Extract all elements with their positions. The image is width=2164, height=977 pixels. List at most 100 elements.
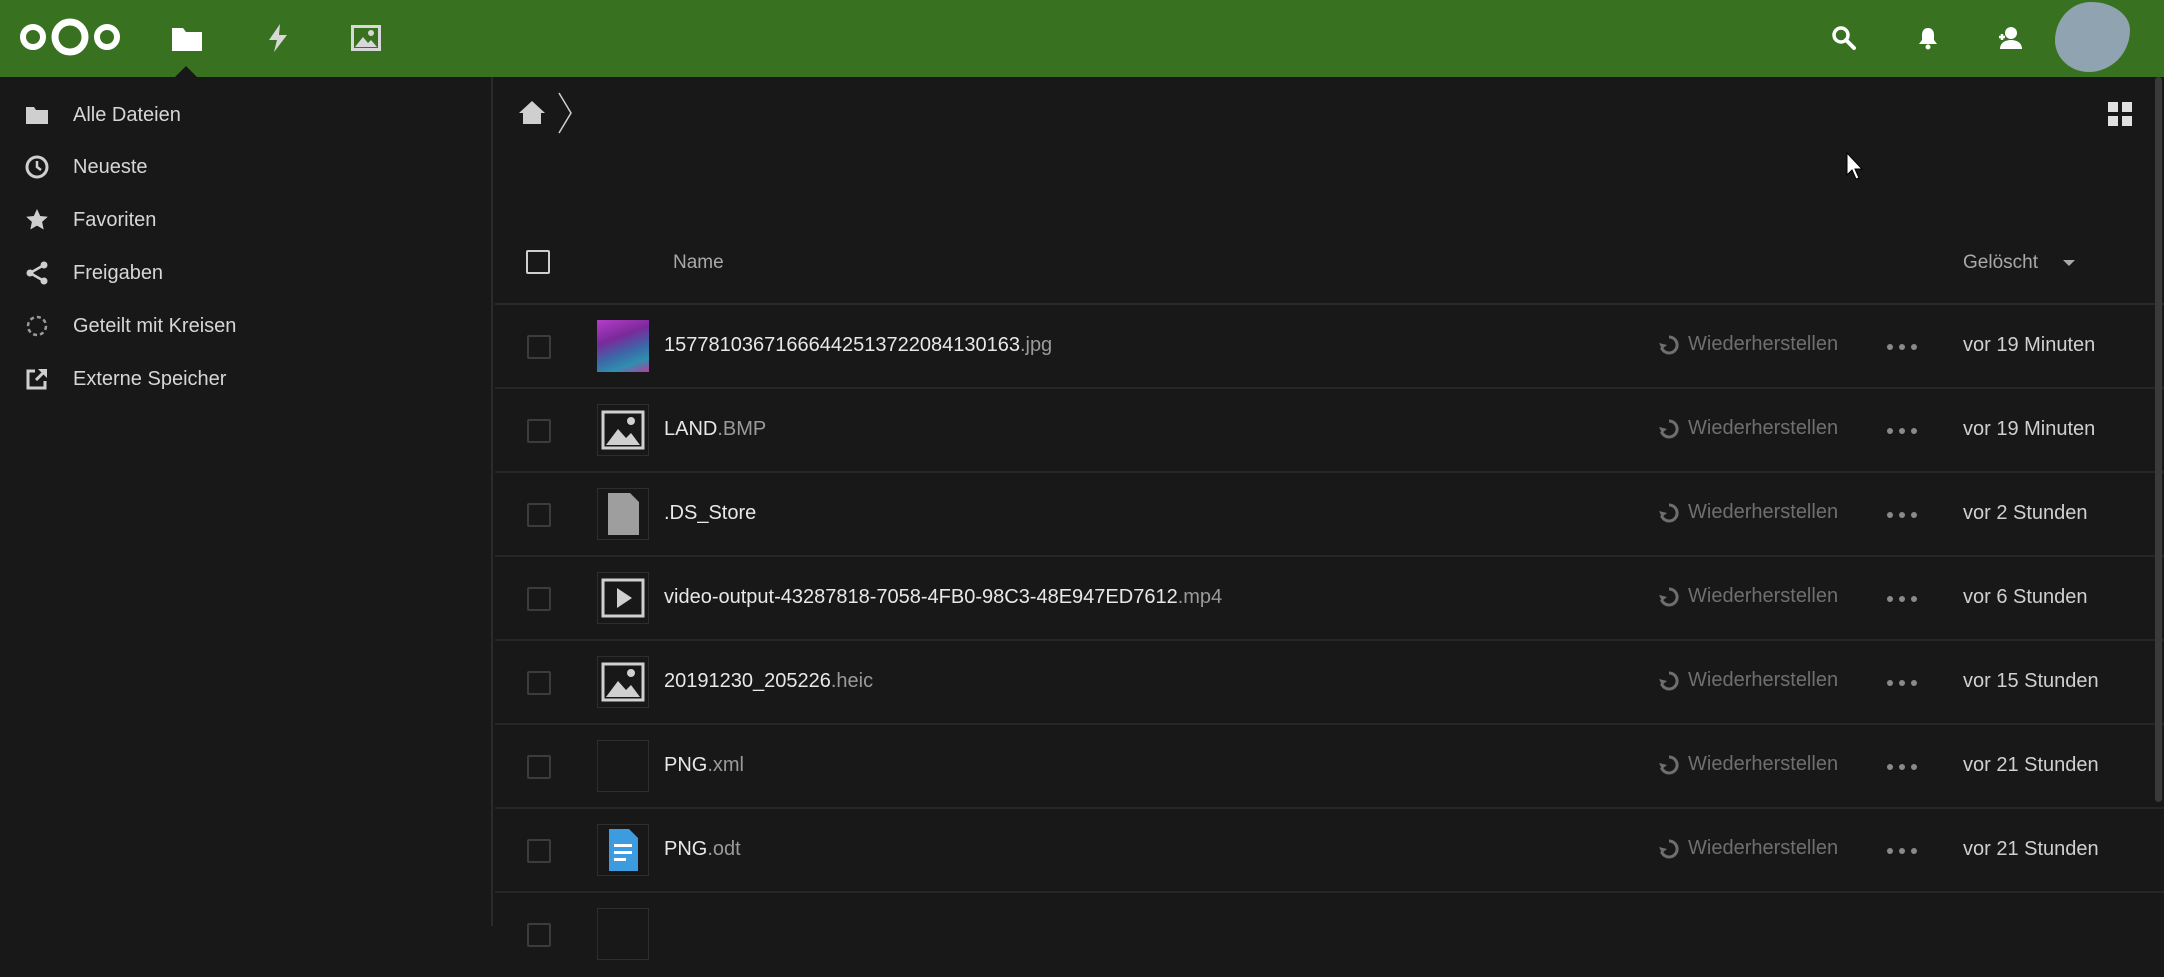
contacts-icon bbox=[1999, 27, 2022, 49]
row-checkbox[interactable] bbox=[527, 923, 551, 947]
grid-view-icon[interactable] bbox=[2105, 99, 2135, 129]
row-checkbox[interactable] bbox=[527, 419, 551, 443]
restore-button[interactable]: Wiederherstellen bbox=[1658, 753, 1838, 776]
activity-app[interactable] bbox=[257, 18, 299, 58]
sort-descending-icon bbox=[2063, 260, 2075, 266]
bell-icon bbox=[1919, 28, 1937, 50]
table-row[interactable]: 15778103671666442513722084130163.jpg Wie… bbox=[495, 305, 2164, 389]
restore-button[interactable]: Wiederherstellen bbox=[1658, 585, 1838, 608]
more-actions-button[interactable] bbox=[1887, 839, 1917, 863]
file-name[interactable]: PNG.xml bbox=[664, 754, 744, 777]
search-icon bbox=[1832, 26, 1856, 50]
sidebar-item-label: Externe Speicher bbox=[73, 367, 227, 390]
file-name[interactable]: .DS_Store bbox=[664, 502, 756, 525]
sidebar-item-label: Alle Dateien bbox=[73, 103, 181, 126]
restore-button[interactable]: Wiederherstellen bbox=[1658, 333, 1838, 356]
restore-icon bbox=[1659, 418, 1679, 438]
sidebar-item-all-files[interactable]: Alle Dateien bbox=[0, 85, 491, 145]
mouse-cursor-icon bbox=[1846, 151, 1864, 180]
restore-button[interactable]: Wiederherstellen bbox=[1658, 501, 1838, 524]
navigation-sidebar: Alle Dateien Neueste Favoriten Freigaben… bbox=[0, 77, 493, 926]
more-actions-button[interactable] bbox=[1887, 671, 1917, 695]
restore-icon bbox=[1659, 502, 1679, 522]
contacts-menu-button[interactable] bbox=[1992, 20, 2028, 56]
table-row[interactable]: 20191230_205226.heic Wiederherstellen vo… bbox=[495, 641, 2164, 725]
gallery-app[interactable] bbox=[345, 18, 387, 58]
deleted-time: vor 2 Stunden bbox=[1963, 502, 2088, 524]
blank-thumbnail bbox=[597, 740, 649, 792]
top-header bbox=[0, 0, 2164, 77]
deleted-time: vor 15 Stunden bbox=[1963, 670, 2099, 692]
sidebar-item-label: Freigaben bbox=[73, 261, 164, 284]
folder-icon bbox=[22, 100, 52, 130]
select-all-checkbox[interactable] bbox=[526, 250, 550, 274]
restore-icon bbox=[1659, 670, 1679, 690]
image-icon bbox=[597, 656, 649, 708]
breadcrumb-separator-icon bbox=[558, 92, 572, 134]
table-row[interactable]: PNG.odt Wiederherstellen vor 21 Stunden bbox=[495, 809, 2164, 893]
home-icon[interactable] bbox=[517, 97, 547, 127]
image-icon bbox=[597, 404, 649, 456]
restore-icon bbox=[1659, 754, 1679, 774]
deleted-time: vor 19 Minuten bbox=[1963, 418, 2096, 440]
file-name[interactable]: PNG.odt bbox=[664, 838, 741, 861]
column-name-header[interactable]: Name bbox=[673, 252, 724, 274]
row-checkbox[interactable] bbox=[527, 587, 551, 611]
file-list-area: Name Gelöscht 15778103671666442513722084… bbox=[495, 77, 2164, 960]
sidebar-item-shares[interactable]: Freigaben bbox=[0, 243, 491, 303]
more-actions-button[interactable] bbox=[1887, 587, 1917, 611]
clock-icon bbox=[22, 152, 52, 182]
row-checkbox[interactable] bbox=[527, 671, 551, 695]
video-icon bbox=[597, 572, 649, 624]
table-row[interactable]: .DS_Store Wiederherstellen vor 2 Stunden bbox=[495, 473, 2164, 557]
table-row[interactable] bbox=[495, 893, 2164, 977]
circles-icon bbox=[22, 311, 52, 341]
lightning-icon bbox=[269, 24, 287, 52]
restore-button[interactable]: Wiederherstellen bbox=[1658, 669, 1838, 692]
file-name[interactable]: LAND.BMP bbox=[664, 418, 766, 441]
more-actions-button[interactable] bbox=[1887, 503, 1917, 527]
nextcloud-logo[interactable] bbox=[18, 14, 123, 60]
column-deleted-header[interactable]: Gelöscht bbox=[1963, 252, 2038, 274]
file-icon bbox=[597, 488, 649, 540]
more-actions-button[interactable] bbox=[1887, 335, 1917, 359]
more-actions-button[interactable] bbox=[1887, 419, 1917, 443]
external-link-icon bbox=[22, 364, 52, 394]
restore-button[interactable]: Wiederherstellen bbox=[1658, 417, 1838, 440]
row-checkbox[interactable] bbox=[527, 335, 551, 359]
restore-button[interactable]: Wiederherstellen bbox=[1658, 837, 1838, 860]
sidebar-item-label: Geteilt mit Kreisen bbox=[73, 314, 237, 337]
table-row[interactable]: LAND.BMP Wiederherstellen vor 19 Minuten bbox=[495, 389, 2164, 473]
vertical-scrollbar[interactable] bbox=[2155, 77, 2162, 802]
file-name[interactable]: video-output-43287818-7058-4FB0-98C3-48E… bbox=[664, 586, 1222, 609]
sidebar-item-label: Neueste bbox=[73, 155, 148, 178]
document-icon bbox=[597, 824, 649, 876]
table-row[interactable]: PNG.xml Wiederherstellen vor 21 Stunden bbox=[495, 725, 2164, 809]
row-checkbox[interactable] bbox=[527, 755, 551, 779]
file-list-header: Name Gelöscht bbox=[495, 222, 2164, 305]
notifications-button[interactable] bbox=[1910, 20, 1946, 56]
file-name[interactable]: 15778103671666442513722084130163.jpg bbox=[664, 334, 1052, 357]
share-icon bbox=[22, 258, 52, 288]
deleted-time: vor 6 Stunden bbox=[1963, 586, 2088, 608]
image-icon bbox=[351, 25, 381, 51]
file-name[interactable]: 20191230_205226.heic bbox=[664, 670, 873, 693]
more-actions-button[interactable] bbox=[1887, 755, 1917, 779]
sidebar-item-favorites[interactable]: Favoriten bbox=[0, 190, 491, 250]
photo-thumbnail bbox=[597, 320, 649, 372]
folder-icon bbox=[172, 28, 202, 51]
row-checkbox[interactable] bbox=[527, 839, 551, 863]
sidebar-item-circles[interactable]: Geteilt mit Kreisen bbox=[0, 296, 491, 356]
blank-thumbnail bbox=[597, 908, 649, 960]
sidebar-item-label: Favoriten bbox=[73, 208, 157, 231]
active-app-indicator bbox=[175, 66, 197, 77]
row-checkbox[interactable] bbox=[527, 503, 551, 527]
sidebar-item-recent[interactable]: Neueste bbox=[0, 137, 491, 197]
star-icon bbox=[22, 205, 52, 235]
user-avatar[interactable] bbox=[2055, 2, 2130, 72]
files-app[interactable] bbox=[166, 18, 208, 58]
table-row[interactable]: video-output-43287818-7058-4FB0-98C3-48E… bbox=[495, 557, 2164, 641]
sidebar-item-external-storage[interactable]: Externe Speicher bbox=[0, 349, 491, 409]
deleted-time: vor 19 Minuten bbox=[1963, 334, 2096, 356]
search-button[interactable] bbox=[1826, 20, 1862, 56]
